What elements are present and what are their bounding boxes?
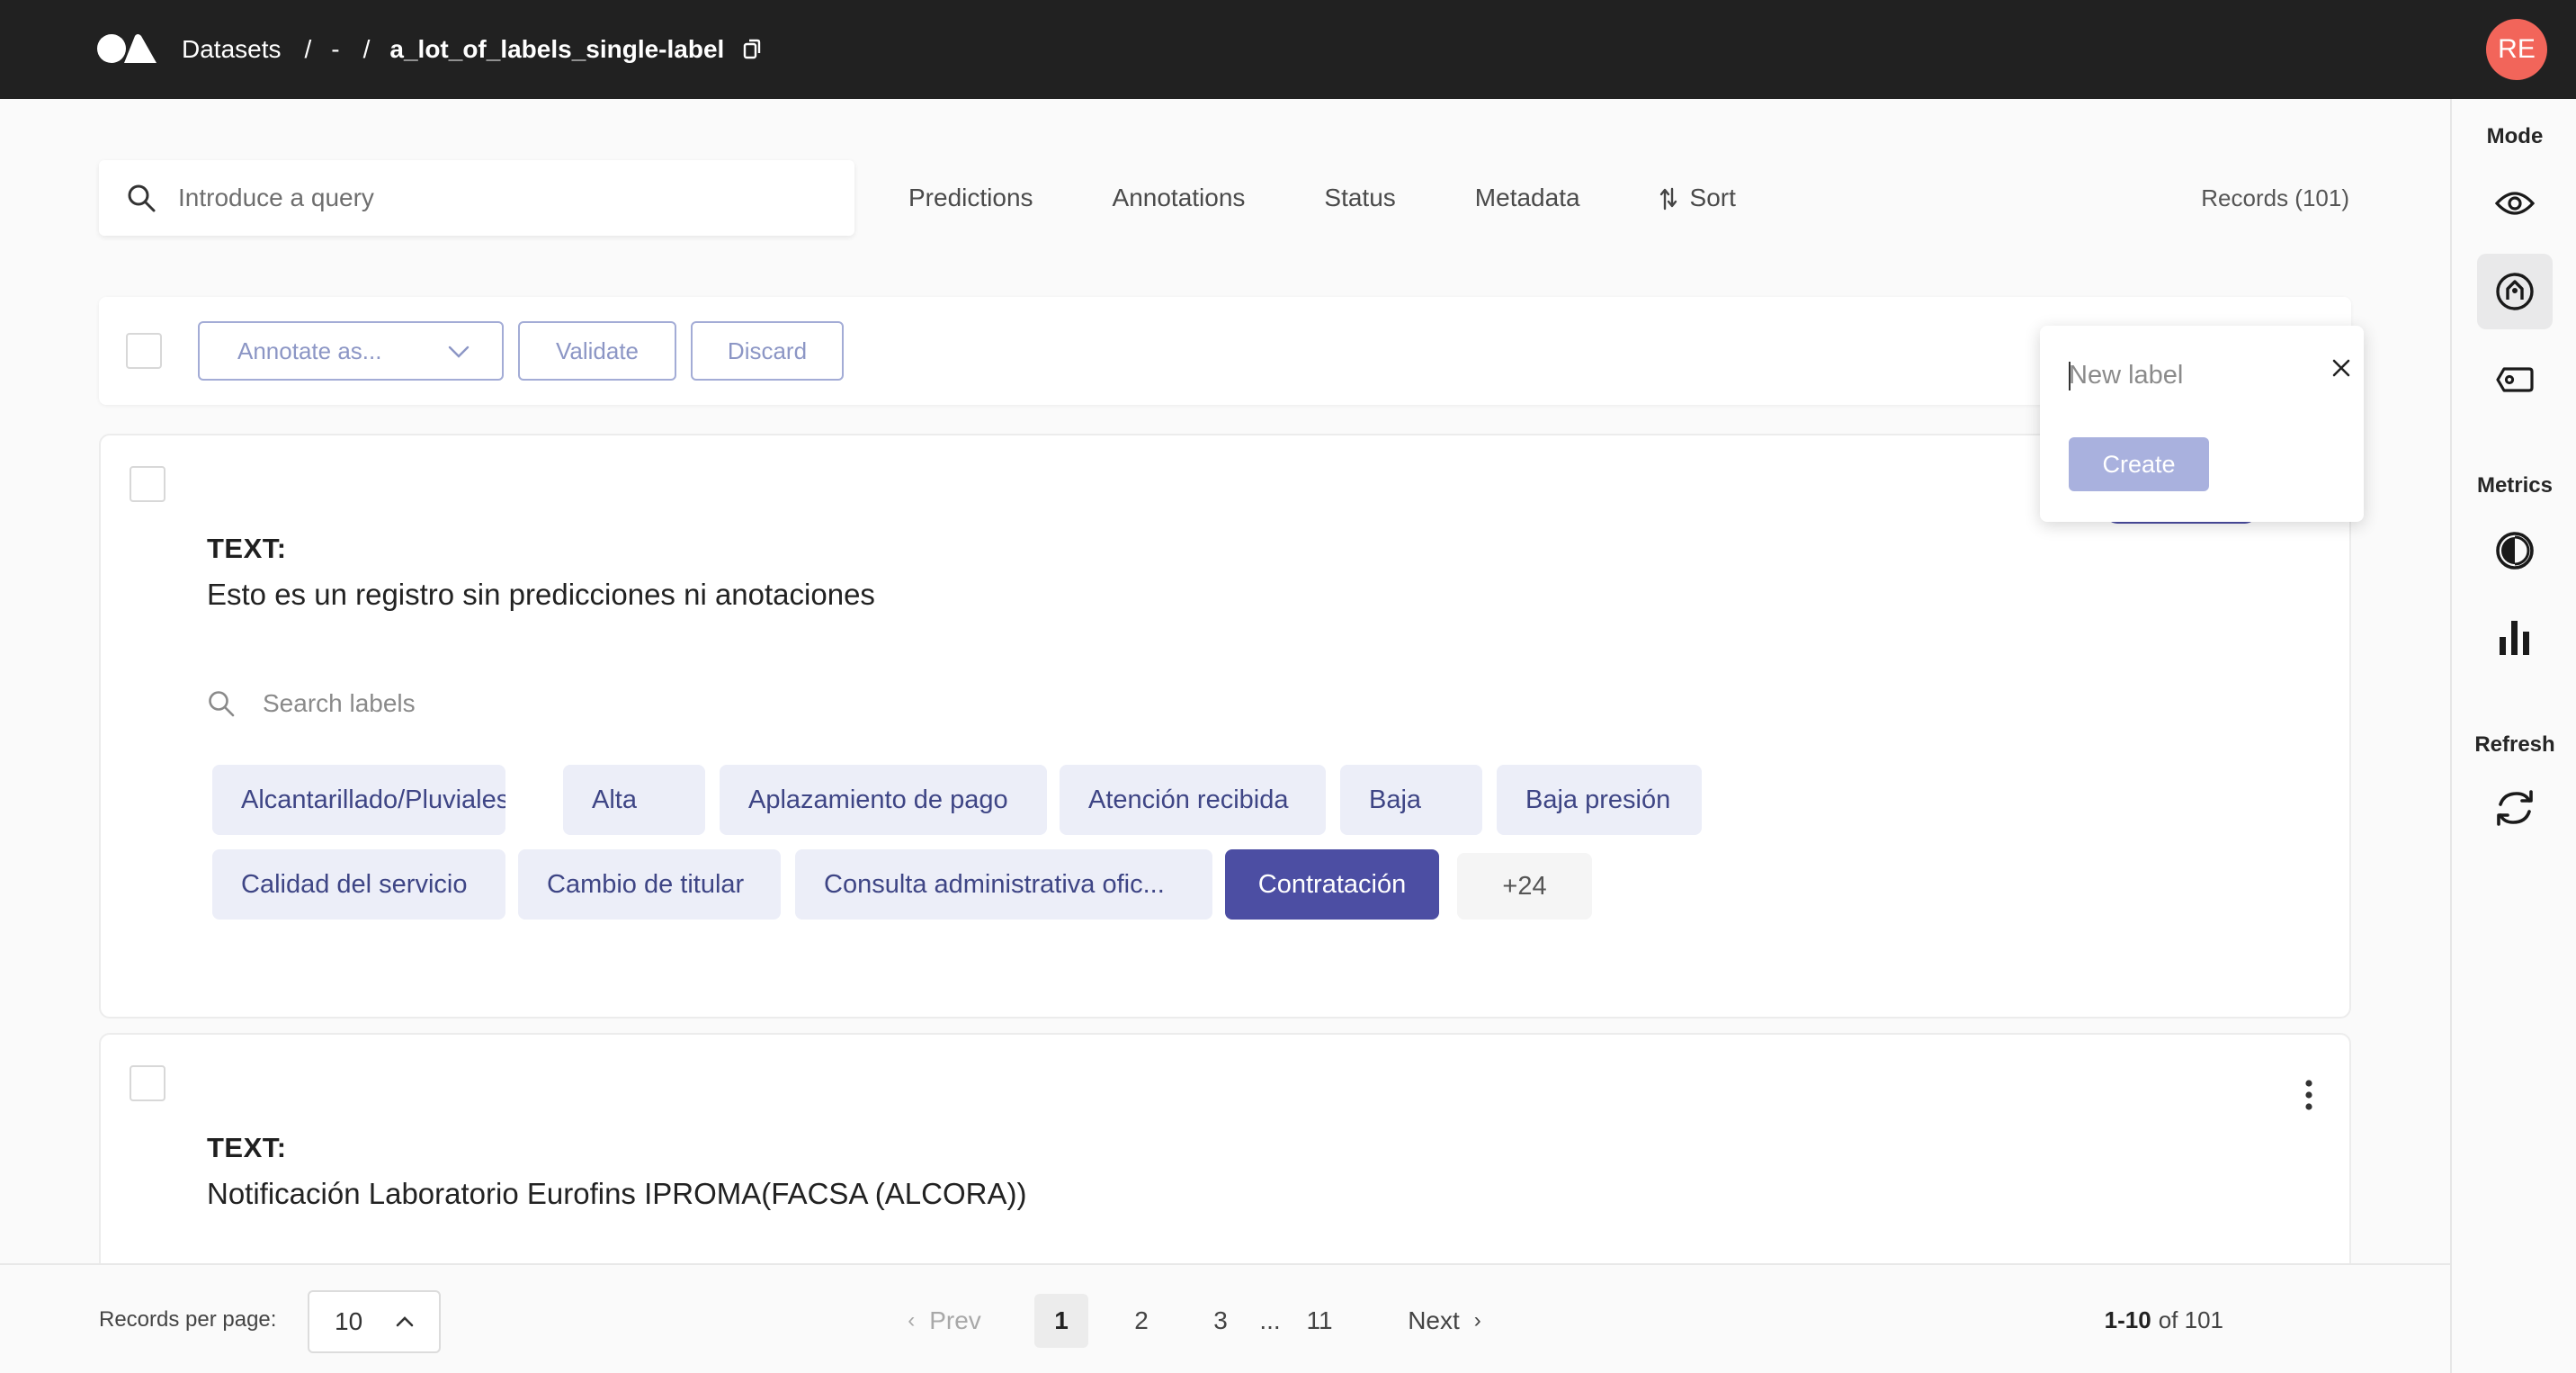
record-text: Notificación Laboratorio Eurofins IPROMA… [207,1177,1027,1210]
search-input[interactable] [178,184,808,212]
search-icon [209,691,235,717]
breadcrumb-datasets[interactable]: Datasets [182,35,282,64]
argilla-logo[interactable] [97,32,158,65]
prev-page-button[interactable]: ‹ Prev [899,1294,989,1348]
tag-icon [2496,367,2534,392]
record-text: Esto es un registro sin predicciones ni … [207,578,875,611]
label-chip[interactable]: Baja [1340,765,1482,835]
close-icon[interactable] [2326,353,2357,383]
copy-icon[interactable] [742,38,762,61]
label-search[interactable]: Search labels [207,689,416,718]
validate-button[interactable]: Validate [518,321,676,381]
label-chip-selected[interactable]: Contratación [1225,849,1439,920]
search-bar [99,160,854,236]
breadcrumb: Datasets / - / a_lot_of_labels_single-la… [182,0,762,99]
pie-progress-icon [2496,532,2534,570]
label-chip[interactable]: Atención recibida [1060,765,1326,835]
breadcrumb-separator: / [304,35,312,63]
progress-metrics-button[interactable] [2477,513,2553,588]
label-mode-button[interactable] [2477,342,2553,417]
filter-annotations[interactable]: Annotations [1113,184,1246,212]
chevron-left-icon: ‹ [908,1308,916,1333]
top-bar: Datasets / - / a_lot_of_labels_single-la… [0,0,2576,99]
page-button-3[interactable]: 3 [1198,1294,1243,1348]
refresh-button[interactable] [2477,770,2553,846]
page-button-11[interactable]: 11 [1295,1294,1344,1348]
bar-chart-icon [2500,621,2529,655]
sort-label: Sort [1689,184,1736,211]
new-label-popover: Create [2040,326,2364,522]
records-range-total: of 101 [2158,1306,2223,1333]
chevron-down-icon [448,345,470,358]
record-card: TEXT: Esto es un registro sin prediccion… [99,434,2351,1019]
metrics-section-label: Metrics [2476,473,2554,498]
label-chip[interactable]: Aplazamiento de pago [720,765,1047,835]
records-range-bold: 1-10 [2104,1306,2151,1333]
refresh-icon [2497,790,2533,826]
records-count: Records (101) [2201,184,2349,211]
filter-status[interactable]: Status [1324,184,1395,212]
right-sidebar: Mode Metrics Refresh [2450,99,2576,1373]
more-options-icon[interactable] [2304,1080,2313,1110]
record-field-label: TEXT: [207,533,287,564]
filter-bar: Predictions Annotations Status Metadata … [908,160,1736,236]
record-field-label: TEXT: [207,1132,287,1163]
filter-predictions[interactable]: Predictions [908,184,1033,212]
label-chip[interactable]: Calidad del servicio [212,849,505,920]
chevron-right-icon: › [1473,1308,1481,1333]
text-cursor [2069,362,2071,390]
pagination-footer: Records per page: 10 ‹ Prev 1 2 3 ... 11… [0,1263,2450,1373]
record-checkbox[interactable] [130,1065,165,1101]
refresh-section-label: Refresh [2474,732,2555,757]
eye-icon [2495,192,2535,215]
discard-button[interactable]: Discard [691,321,844,381]
label-chip[interactable]: Alcantarillado/Pluviales [212,765,505,835]
new-label-input[interactable] [2069,353,2294,398]
label-chip[interactable]: Baja presión [1497,765,1702,835]
mode-section-label: Mode [2486,124,2544,148]
next-label: Next [1408,1306,1460,1334]
annotate-as-dropdown[interactable]: Annotate as... [198,321,504,381]
pager: ‹ Prev 1 2 3 ... 11 Next › [0,1265,2450,1373]
page-ellipsis: ... [1259,1306,1281,1334]
records-range: 1-10 of 101 [2105,1265,2223,1373]
sort-icon [1659,187,1677,211]
annotate-as-label: Annotate as... [237,337,382,364]
more-labels-button[interactable]: +24 [1457,853,1592,920]
user-avatar[interactable]: RE [2486,19,2547,80]
filter-metadata[interactable]: Metadata [1475,184,1580,212]
label-chip[interactable]: Cambio de titular [518,849,781,920]
breadcrumb-separator: / [362,35,371,63]
select-all-checkbox[interactable] [126,333,162,369]
label-search-placeholder: Search labels [263,689,416,717]
breadcrumb-dataset-name: a_lot_of_labels_single-label [389,35,725,63]
create-label-button[interactable]: Create [2069,437,2209,491]
prev-label: Prev [929,1306,981,1334]
bulk-actions-bar: Annotate as... Validate Discard [99,297,2351,405]
stats-metrics-button[interactable] [2477,599,2553,675]
page-button-1[interactable]: 1 [1034,1294,1088,1348]
record-card: TEXT: Notificación Laboratorio Eurofins … [99,1033,2351,1303]
breadcrumb-workspace[interactable]: - [331,35,339,64]
record-checkbox[interactable] [130,466,165,502]
annotate-mode-button[interactable] [2477,254,2553,329]
label-chip[interactable]: Alta [563,765,705,835]
search-icon [128,184,156,212]
annotate-icon [2496,273,2534,310]
explore-mode-button[interactable] [2477,166,2553,241]
sort-button[interactable]: Sort [1659,184,1736,212]
page-button-2[interactable]: 2 [1119,1294,1164,1348]
next-page-button[interactable]: Next › [1400,1294,1489,1348]
label-chip[interactable]: Consulta administrativa ofic... [795,849,1212,920]
